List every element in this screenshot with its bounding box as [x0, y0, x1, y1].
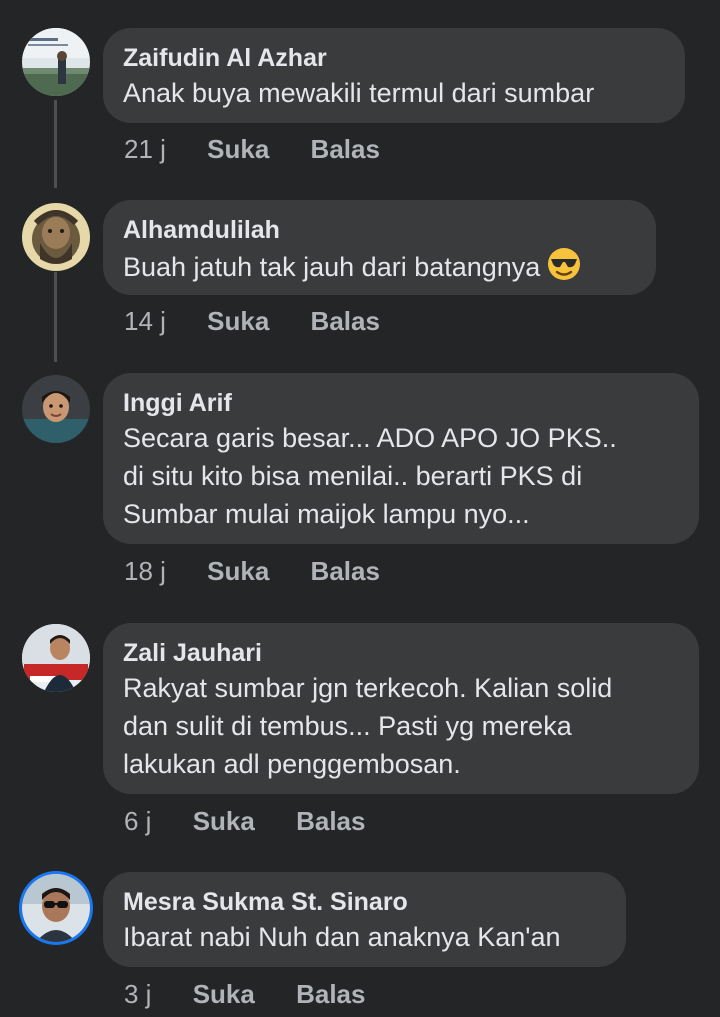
avatar[interactable]	[22, 874, 90, 942]
comment-author[interactable]: Mesra Sukma St. Sinaro	[123, 886, 606, 918]
comment-text-line: lakukan adl penggembosan.	[123, 749, 461, 779]
comment-text: Ibarat nabi Nuh dan anaknya Kan'an	[123, 922, 561, 952]
like-button[interactable]: Suka	[193, 805, 255, 837]
like-button[interactable]: Suka	[193, 978, 255, 1010]
comment-bubble: Zaifudin Al Azhar Anak buya mewakili ter…	[103, 28, 685, 123]
like-button[interactable]: Suka	[207, 305, 269, 337]
thread-connector	[54, 100, 57, 188]
comment-actions: 18 j Suka Balas	[124, 555, 380, 587]
comment-thread: Zaifudin Al Azhar Anak buya mewakili ter…	[0, 0, 720, 1017]
reply-button[interactable]: Balas	[296, 978, 365, 1010]
comment-bubble: Inggi Arif Secara garis besar... ADO APO…	[103, 373, 699, 544]
avatar[interactable]	[22, 28, 90, 96]
thread-connector	[54, 272, 57, 362]
comment-author[interactable]: Alhamdulilah	[123, 214, 636, 246]
comment-author[interactable]: Zaifudin Al Azhar	[123, 42, 665, 74]
comment-author[interactable]: Inggi Arif	[123, 387, 679, 419]
reply-button[interactable]: Balas	[311, 555, 380, 587]
comment-time[interactable]: 3 j	[124, 978, 151, 1010]
avatar[interactable]	[22, 375, 90, 443]
comment-time[interactable]: 14 j	[124, 305, 166, 337]
comment-actions: 14 j Suka Balas	[124, 305, 380, 337]
avatar[interactable]	[22, 624, 90, 692]
comment-text-line: Secara garis besar... ADO APO JO PKS..	[123, 423, 617, 453]
reply-button[interactable]: Balas	[311, 133, 380, 165]
comment-text-line: Rakyat sumbar jgn terkecoh. Kalian solid	[123, 673, 613, 703]
sunglasses-emoji-icon	[546, 246, 582, 292]
comment-text-line: di situ kito bisa menilai.. berarti PKS …	[123, 461, 583, 491]
comment-actions: 21 j Suka Balas	[124, 133, 380, 165]
comment-text: Buah jatuh tak jauh dari batangnya	[123, 246, 636, 292]
like-button[interactable]: Suka	[207, 133, 269, 165]
comment-text-line: dan sulit di tembus... Pasti yg mereka	[123, 711, 572, 741]
comment-actions: 6 j Suka Balas	[124, 805, 365, 837]
comment-bubble: Alhamdulilah Buah jatuh tak jauh dari ba…	[103, 200, 656, 295]
comment-actions: 3 j Suka Balas	[124, 978, 365, 1010]
comment-time[interactable]: 6 j	[124, 805, 151, 837]
comment-time[interactable]: 18 j	[124, 555, 166, 587]
avatar[interactable]	[22, 203, 90, 271]
comment-text-line: Buah jatuh tak jauh dari batangnya	[123, 252, 541, 282]
comment-bubble: Zali Jauhari Rakyat sumbar jgn terkecoh.…	[103, 623, 699, 794]
comment-time[interactable]: 21 j	[124, 133, 166, 165]
comment-author[interactable]: Zali Jauhari	[123, 637, 679, 669]
like-button[interactable]: Suka	[207, 555, 269, 587]
comment-text: Anak buya mewakili termul dari sumbar	[123, 78, 595, 108]
comment-bubble: Mesra Sukma St. Sinaro Ibarat nabi Nuh d…	[103, 872, 626, 967]
reply-button[interactable]: Balas	[311, 305, 380, 337]
reply-button[interactable]: Balas	[296, 805, 365, 837]
comment-text-line: Sumbar mulai maijok lampu nyo...	[123, 499, 530, 529]
